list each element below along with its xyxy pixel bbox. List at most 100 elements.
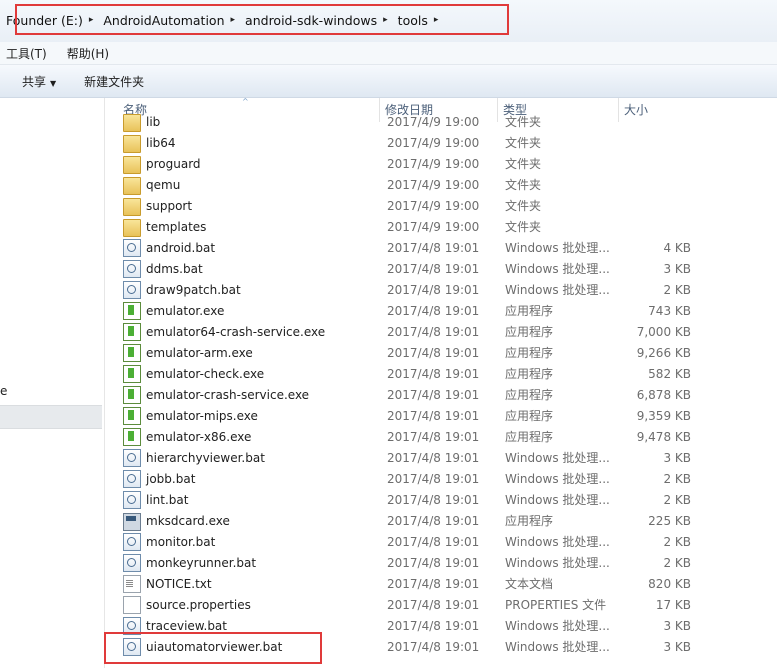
file-name: ddms.bat <box>146 261 203 276</box>
file-modified-date: 2017/4/8 19:01 <box>387 303 480 318</box>
file-size: 9,266 KB <box>636 345 691 360</box>
address-bar[interactable]: Founder (E:) ▸ AndroidAutomation ▸ andro… <box>0 6 777 34</box>
file-row[interactable]: templates 2017/4/9 19:00 文件夹 <box>118 216 777 237</box>
batch-file-icon <box>123 532 141 551</box>
file-modified-date: 2017/4/8 19:01 <box>387 639 480 654</box>
folder-icon <box>123 218 141 237</box>
file-name: uiautomatorviewer.bat <box>146 639 283 654</box>
folder-icon <box>123 155 141 174</box>
file-row[interactable]: support 2017/4/9 19:00 文件夹 <box>118 195 777 216</box>
nav-selected-item[interactable] <box>0 405 102 429</box>
file-name-cell: qemu <box>118 175 380 195</box>
file-size: 3 KB <box>663 618 691 633</box>
file-name: qemu <box>146 177 181 192</box>
file-row[interactable]: emulator-mips.exe 2017/4/8 19:01 应用程序 9,359… <box>118 405 777 426</box>
file-modified-date: 2017/4/8 19:01 <box>387 240 480 255</box>
file-row[interactable]: proguard 2017/4/9 19:00 文件夹 <box>118 153 777 174</box>
file-size: 7,000 KB <box>636 324 691 339</box>
file-row[interactable]: emulator-x86.exe 2017/4/8 19:01 应用程序 9,478 … <box>118 426 777 447</box>
file-name-cell: emulator-crash-service.exe <box>118 385 380 404</box>
batch-file-icon <box>123 448 141 467</box>
file-row[interactable]: ddms.bat 2017/4/8 19:01 Windows 批处理... 3 KB <box>118 258 777 279</box>
file-name: emulator-x86.exe <box>146 429 252 444</box>
file-type: Windows 批处理... <box>505 556 610 570</box>
file-list[interactable]: 名称 ^ 修改日期 类型 大小 lib 2017/4/9 19:00 文件夹 lib6… <box>118 98 777 668</box>
breadcrumb-androidautomation[interactable]: AndroidAutomation <box>103 13 224 28</box>
executable-icon <box>123 322 141 341</box>
file-modified-date: 2017/4/9 19:00 <box>387 156 480 171</box>
file-row[interactable]: emulator-check.exe 2017/4/8 19:01 应用程序 582 … <box>118 363 777 384</box>
file-row[interactable]: source.properties 2017/4/8 19:01 PROPERTIE… <box>118 594 777 615</box>
file-row[interactable]: hierarchyviewer.bat 2017/4/8 19:01 Windows… <box>118 447 777 468</box>
file-size: 6,878 KB <box>636 387 691 402</box>
file-type: 文件夹 <box>505 157 542 171</box>
file-row[interactable]: monitor.bat 2017/4/8 19:01 Windows 批处理... 2… <box>118 531 777 552</box>
file-size: 2 KB <box>663 282 691 297</box>
file-row[interactable]: mksdcard.exe 2017/4/8 19:01 应用程序 225 KB <box>118 510 777 531</box>
file-row[interactable]: emulator64-crash-service.exe 2017/4/8 19:… <box>118 321 777 342</box>
share-button[interactable]: 共享 ▼ <box>22 73 56 90</box>
navigation-pane[interactable]: e <box>0 98 105 668</box>
file-name-cell: source.properties <box>118 595 380 614</box>
file-type: 应用程序 <box>505 388 554 402</box>
file-modified-date: 2017/4/9 19:00 <box>387 114 480 129</box>
file-rows: lib 2017/4/9 19:00 文件夹 lib64 2017/4/9 19:00 文… <box>118 113 777 657</box>
file-row[interactable]: emulator.exe 2017/4/8 19:01 应用程序 743 KB <box>118 300 777 321</box>
file-row[interactable]: uiautomatorviewer.bat 2017/4/8 19:01 Windo… <box>118 636 777 657</box>
file-name-cell: emulator-arm.exe <box>118 343 380 362</box>
file-row[interactable]: qemu 2017/4/9 19:00 文件夹 <box>118 174 777 195</box>
file-row[interactable]: lib64 2017/4/9 19:00 文件夹 <box>118 132 777 153</box>
file-row[interactable]: traceview.bat 2017/4/8 19:01 Windows 批处理..… <box>118 615 777 636</box>
file-size: 3 KB <box>663 261 691 276</box>
file-type: Windows 批处理... <box>505 283 610 297</box>
file-name-cell: emulator64-crash-service.exe <box>118 322 380 341</box>
file-row[interactable]: NOTICE.txt 2017/4/8 19:01 文本文档 820 KB <box>118 573 777 594</box>
file-modified-date: 2017/4/8 19:01 <box>387 408 480 423</box>
file-name-cell: lint.bat <box>118 490 380 509</box>
menu-help[interactable]: 帮助(H) <box>67 45 109 62</box>
file-modified-date: 2017/4/8 19:01 <box>387 387 480 402</box>
file-modified-date: 2017/4/8 19:01 <box>387 345 480 360</box>
executable-icon <box>123 301 141 320</box>
file-name: templates <box>146 219 207 234</box>
menu-bar: 工具(T) 帮助(H) <box>0 42 777 65</box>
file-row[interactable]: draw9patch.bat 2017/4/8 19:01 Windows 批处理.… <box>118 279 777 300</box>
breadcrumb-drive[interactable]: Founder (E:) <box>6 13 83 28</box>
breadcrumb-chevron-icon[interactable]: ▸ <box>89 15 94 25</box>
file-row[interactable]: lib 2017/4/9 19:00 文件夹 <box>118 111 777 132</box>
breadcrumb-android-sdk-windows[interactable]: android-sdk-windows <box>245 13 377 28</box>
file-row[interactable]: monkeyrunner.bat 2017/4/8 19:01 Windows 批处… <box>118 552 777 573</box>
file-size: 9,478 KB <box>636 429 691 444</box>
nav-item-partial-label[interactable]: e <box>0 384 7 398</box>
breadcrumb-chevron-icon[interactable]: ▸ <box>231 15 236 25</box>
file-row[interactable]: emulator-arm.exe 2017/4/8 19:01 应用程序 9,266 … <box>118 342 777 363</box>
menu-tools[interactable]: 工具(T) <box>6 45 47 62</box>
new-folder-button[interactable]: 新建文件夹 <box>84 73 144 90</box>
console-app-icon <box>123 512 141 531</box>
file-type: 文件夹 <box>505 178 542 192</box>
file-modified-date: 2017/4/8 19:01 <box>387 282 480 297</box>
file-name: traceview.bat <box>146 618 227 633</box>
batch-file-icon <box>123 553 141 572</box>
file-name: emulator-mips.exe <box>146 408 258 423</box>
file-row[interactable]: emulator-crash-service.exe 2017/4/8 19:01… <box>118 384 777 405</box>
file-name-cell: android.bat <box>118 238 380 257</box>
file-name: emulator.exe <box>146 303 225 318</box>
file-row[interactable]: android.bat 2017/4/8 19:01 Windows 批处理... 4… <box>118 237 777 258</box>
file-size: 3 KB <box>663 450 691 465</box>
breadcrumb-tools[interactable]: tools <box>398 13 428 28</box>
file-type: Windows 批处理... <box>505 535 610 549</box>
file-name: android.bat <box>146 240 216 255</box>
file-type: PROPERTIES 文件 <box>505 598 607 612</box>
file-name-cell: NOTICE.txt <box>118 574 380 593</box>
file-name-cell: traceview.bat <box>118 616 380 635</box>
file-row[interactable]: jobb.bat 2017/4/8 19:01 Windows 批处理... 2 KB <box>118 468 777 489</box>
file-row[interactable]: lint.bat 2017/4/8 19:01 Windows 批处理... 2 KB <box>118 489 777 510</box>
file-type: 应用程序 <box>505 409 554 423</box>
file-type: 文本文档 <box>505 577 554 591</box>
file-name-cell: emulator-check.exe <box>118 364 380 383</box>
file-size: 2 KB <box>663 534 691 549</box>
breadcrumb-chevron-icon[interactable]: ▸ <box>383 15 388 25</box>
breadcrumb-chevron-icon[interactable]: ▸ <box>434 15 439 25</box>
batch-file-icon <box>123 280 141 299</box>
